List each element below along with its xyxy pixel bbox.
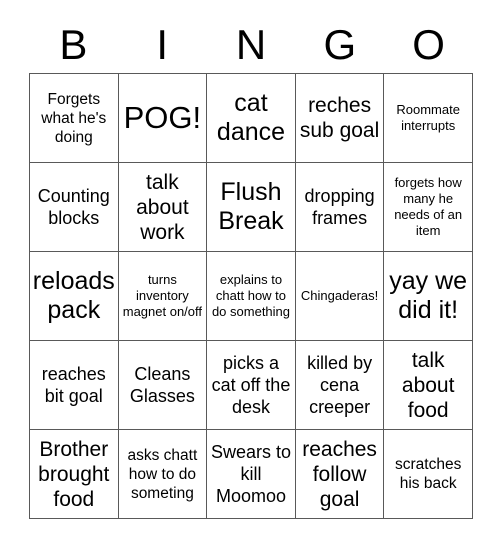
- bingo-cell[interactable]: reches sub goal: [295, 74, 385, 163]
- bingo-cell-label: Swears to kill Moomoo: [210, 442, 291, 506]
- bingo-cell[interactable]: Flush Break: [207, 163, 296, 252]
- bingo-cell-label: POG!: [123, 100, 202, 135]
- bingo-row: Brother brought food asks chatt how to d…: [30, 430, 473, 519]
- bingo-cell[interactable]: scratches his back: [384, 430, 473, 519]
- bingo-cell-label: talk about work: [136, 170, 189, 244]
- bingo-cell-label: dropping frames: [304, 186, 375, 228]
- bingo-cell[interactable]: yay we did it!: [384, 252, 473, 341]
- bingo-cell[interactable]: forgets how many he needs of an item: [384, 163, 473, 252]
- bingo-header-letter-g: G: [323, 20, 357, 68]
- bingo-row: Forgets what he's doing POG! cat dance r…: [30, 74, 473, 163]
- bingo-header-letter-o: O: [412, 20, 445, 68]
- bingo-cell-label: asks chatt how to do someting: [127, 446, 198, 502]
- bingo-cell[interactable]: turns inventory magnet on/off: [118, 252, 208, 341]
- bingo-row: reaches bit goal Cleans Glasses picks a …: [30, 341, 473, 430]
- bingo-cell[interactable]: talk about work: [118, 163, 208, 252]
- bingo-cell[interactable]: Forgets what he's doing: [30, 74, 119, 163]
- bingo-cell-label: Flush Break: [218, 178, 284, 235]
- bingo-cell-label: talk about food: [401, 348, 455, 422]
- bingo-header-letter-b: B: [59, 20, 88, 68]
- bingo-cell-label: scratches his back: [395, 456, 462, 492]
- bingo-cell[interactable]: reaches follow goal: [295, 430, 385, 519]
- bingo-cell[interactable]: Cleans Glasses: [118, 341, 208, 430]
- bingo-cell-label: reloads pack: [32, 267, 115, 324]
- bingo-cell[interactable]: killed by cena creeper: [295, 341, 385, 430]
- bingo-cell-label: reches sub goal: [299, 94, 380, 142]
- bingo-cell[interactable]: picks a cat off the desk: [207, 341, 296, 430]
- bingo-cell-label: picks a cat off the desk: [211, 353, 291, 417]
- bingo-cell[interactable]: Chingaderas!: [295, 252, 385, 341]
- bingo-cell[interactable]: asks chatt how to do someting: [118, 430, 208, 519]
- bingo-cell-label: Forgets what he's doing: [41, 90, 107, 146]
- bingo-header-letter-n: N: [235, 20, 267, 68]
- bingo-row: reloads pack turns inventory magnet on/o…: [30, 252, 473, 341]
- bingo-cell-label: Brother brought food: [38, 437, 110, 511]
- bingo-cell[interactable]: Counting blocks: [30, 163, 119, 252]
- bingo-cell[interactable]: talk about food: [384, 341, 473, 430]
- bingo-cell-label: turns inventory magnet on/off: [122, 272, 203, 319]
- bingo-card: B I N G O Forgets what he's doing POG! c…: [29, 16, 473, 519]
- bingo-cell[interactable]: POG!: [118, 74, 208, 163]
- bingo-cell-label: forgets how many he needs of an item: [394, 175, 463, 238]
- bingo-cell-label: explains to chatt how to do something: [211, 272, 291, 319]
- bingo-cell[interactable]: dropping frames: [295, 163, 385, 252]
- bingo-cell-label: Counting blocks: [37, 186, 110, 228]
- bingo-header-letter-i: I: [156, 20, 169, 68]
- bingo-cell[interactable]: reaches bit goal: [30, 341, 119, 430]
- bingo-cell[interactable]: Brother brought food: [30, 430, 119, 519]
- bingo-cell-label: reaches follow goal: [302, 437, 377, 511]
- bingo-cell-label: yay we did it!: [389, 267, 468, 324]
- bingo-cell[interactable]: reloads pack: [30, 252, 119, 341]
- bingo-cell[interactable]: cat dance: [207, 74, 296, 163]
- bingo-cell-label: cat dance: [216, 89, 286, 146]
- bingo-row: Counting blocks talk about work Flush Br…: [30, 163, 473, 252]
- bingo-cell[interactable]: explains to chatt how to do something: [207, 252, 296, 341]
- bingo-cell[interactable]: Swears to kill Moomoo: [207, 430, 296, 519]
- bingo-cell[interactable]: Roommate interrupts: [384, 74, 473, 163]
- bingo-cell-label: killed by cena creeper: [307, 353, 373, 417]
- bingo-grid: Forgets what he's doing POG! cat dance r…: [29, 73, 473, 519]
- bingo-cell-label: Roommate interrupts: [396, 102, 460, 133]
- bingo-cell-label: Cleans Glasses: [129, 364, 195, 406]
- bingo-header-row: B I N G O: [29, 16, 473, 73]
- bingo-cell-label: Chingaderas!: [300, 288, 379, 303]
- bingo-cell-label: reaches bit goal: [41, 364, 106, 406]
